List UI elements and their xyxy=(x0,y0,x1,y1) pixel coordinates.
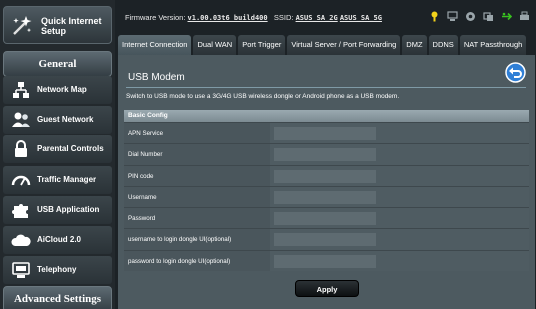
dongle-password-label: password to login dongle UI(optional) xyxy=(124,250,270,272)
sidebar-item-label: AiCloud 2.0 xyxy=(37,235,82,244)
tab-virtual-server[interactable]: Virtual Server / Port Forwarding xyxy=(287,35,401,55)
guest-users-icon xyxy=(12,112,30,127)
sidebar-item-aicloud[interactable]: AiCloud 2.0 xyxy=(3,226,112,254)
alert-icon[interactable] xyxy=(429,11,440,22)
ssid-label: SSID: xyxy=(273,13,294,22)
dongle-username-input[interactable] xyxy=(274,233,376,247)
status-icons xyxy=(429,11,530,23)
apn-service-input[interactable] xyxy=(274,127,376,140)
usb-status-icon[interactable] xyxy=(483,11,494,22)
field-row-dongle-password: password to login dongle UI(optional) xyxy=(124,249,529,272)
sidebar-item-usb-application[interactable]: USB Application xyxy=(3,196,112,224)
dongle-username-label: username to login dongle UI(optional) xyxy=(124,229,270,250)
usb-connected-icon[interactable] xyxy=(501,11,512,22)
page-description: Switch to USB mode to use a 3G/4G USB wi… xyxy=(126,93,400,100)
advanced-settings-header: Advanced Settings xyxy=(3,286,112,309)
clients-icon[interactable] xyxy=(447,11,458,22)
apn-service-label: APN Service xyxy=(124,123,270,144)
password-input[interactable] xyxy=(274,212,376,226)
tab-dmz[interactable]: DMZ xyxy=(402,35,427,55)
ssid-2g-link[interactable]: ASUS_SA_2G xyxy=(296,14,338,22)
field-row-password: Password xyxy=(124,207,529,229)
apply-button[interactable]: Apply xyxy=(295,280,359,297)
lock-icon xyxy=(15,140,27,157)
basic-config-table: Basic Config APN Service Dial Number PIN… xyxy=(124,110,529,272)
sidebar-item-label: Guest Network xyxy=(37,115,94,124)
back-arrow-icon[interactable] xyxy=(505,62,526,83)
telephony-icon xyxy=(12,262,30,278)
sidebar-item-label: Network Map xyxy=(37,85,87,94)
basic-config-header: Basic Config xyxy=(124,110,529,122)
firmware-label: Firmware Version: xyxy=(125,13,186,22)
sidebar-item-label: USB Application xyxy=(37,205,100,214)
firmware-ssid-info: Firmware Version: v1.00.03t6 build400 SS… xyxy=(125,13,382,22)
sidebar-item-traffic-manager[interactable]: Traffic Manager xyxy=(3,166,112,194)
page-title: USB Modem xyxy=(128,72,185,83)
magic-wand-icon xyxy=(13,16,32,35)
sidebar-item-guest-network[interactable]: Guest Network xyxy=(3,106,112,134)
dongle-password-input[interactable] xyxy=(274,254,376,268)
password-label: Password xyxy=(124,208,270,229)
sidebar-item-network-map[interactable]: Network Map xyxy=(3,76,112,104)
username-label: Username xyxy=(124,186,270,208)
tab-dual-wan[interactable]: Dual WAN xyxy=(193,35,237,55)
dial-number-input[interactable] xyxy=(274,148,376,162)
field-row-apn-service: APN Service xyxy=(124,122,529,144)
dial-number-label: Dial Number xyxy=(124,144,270,165)
cloud-icon xyxy=(11,234,31,246)
sidebar-item-label: Parental Controls xyxy=(37,144,104,153)
tab-nat-passthrough[interactable]: NAT Passthrough xyxy=(459,35,527,55)
field-row-username: Username xyxy=(124,185,529,208)
settings-icon[interactable] xyxy=(465,11,476,22)
sidebar-item-parental-controls[interactable]: Parental Controls xyxy=(3,135,112,163)
puzzle-icon xyxy=(12,204,28,218)
top-bar: Firmware Version: v1.00.03t6 build400 SS… xyxy=(115,0,536,34)
quick-internet-setup-label: Quick Internet Setup xyxy=(41,16,102,36)
pin-code-input[interactable] xyxy=(274,169,376,183)
printer-icon[interactable] xyxy=(519,11,530,22)
field-row-pin-code: PIN code xyxy=(124,164,529,186)
sidebar: Quick Internet Setup General Network Map… xyxy=(0,0,115,309)
main-panel: USB Modem Switch to USB mode to use a 3G… xyxy=(118,55,535,309)
general-section-header: General xyxy=(3,51,112,77)
tab-ddns[interactable]: DDNS xyxy=(428,35,458,55)
firmware-version-link[interactable]: v1.00.03t6 build400 xyxy=(188,14,268,22)
tab-bar: Internet Connection Dual WAN Port Trigge… xyxy=(118,35,527,55)
quick-internet-setup-button[interactable]: Quick Internet Setup xyxy=(3,6,112,44)
sidebar-item-telephony[interactable]: Telephony xyxy=(3,256,112,284)
title-divider xyxy=(126,87,526,88)
pin-code-label: PIN code xyxy=(124,165,270,186)
sidebar-item-label: Telephony xyxy=(37,265,77,274)
ssid-5g-link[interactable]: ASUS_SA_5G xyxy=(340,14,382,22)
field-row-dongle-username: username to login dongle UI(optional) xyxy=(124,228,529,250)
field-row-dial-number: Dial Number xyxy=(124,143,529,165)
tab-port-trigger[interactable]: Port Trigger xyxy=(238,35,286,55)
username-input[interactable] xyxy=(274,190,376,204)
tab-internet-connection[interactable]: Internet Connection xyxy=(118,35,192,55)
speedometer-icon xyxy=(11,175,31,186)
sidebar-item-label: Traffic Manager xyxy=(37,175,97,184)
network-map-icon xyxy=(13,82,29,98)
